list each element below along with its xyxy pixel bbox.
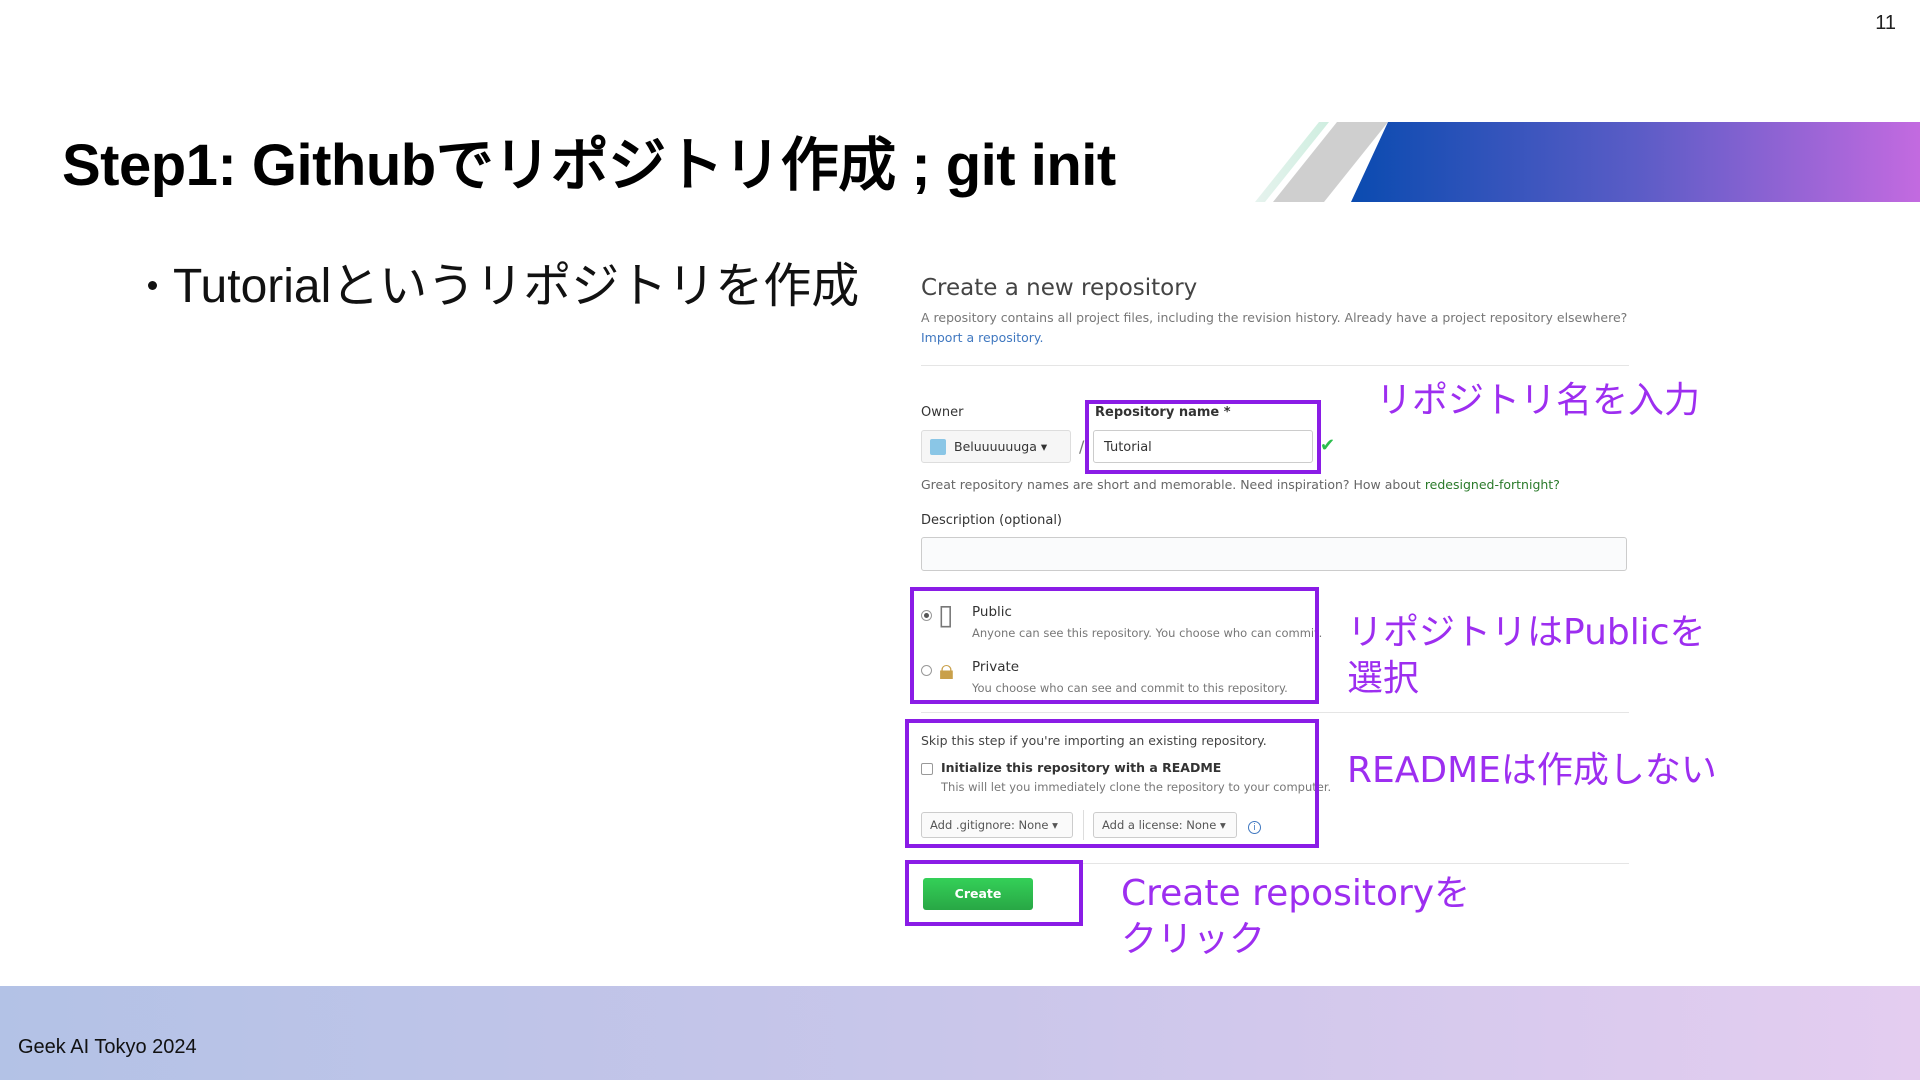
import-repository-link[interactable]: Import a repository.: [921, 330, 1044, 345]
footer-text: Geek AI Tokyo 2024: [18, 1036, 197, 1058]
note-repo-name: リポジトリ名を入力: [1376, 380, 1701, 421]
highlight-create-button: [905, 860, 1083, 926]
form-heading: Create a new repository: [921, 275, 1198, 301]
owner-select[interactable]: Beluuuuuuga ▾: [921, 430, 1071, 463]
check-icon: ✔: [1320, 435, 1336, 456]
owner-label: Owner: [921, 405, 964, 420]
name-suggestion: redesigned-fortnight?: [1424, 477, 1560, 492]
bullet-item: Tutorialというリポジトリを作成: [148, 246, 859, 316]
header-decoration: [1255, 122, 1920, 202]
description-input[interactable]: [921, 537, 1627, 571]
name-hint: Great repository names are short and mem…: [921, 477, 1560, 492]
slash-separator: /: [1079, 437, 1085, 456]
note-readme: READMEは作成しない: [1347, 750, 1717, 791]
bullet-text: Tutorialというリポジトリを作成: [173, 260, 860, 313]
note-create-line2: クリック: [1121, 919, 1266, 960]
note-create-line1: Create repositoryを: [1121, 873, 1471, 914]
slide-title: Step1: Githubでリポジトリ作成 ; git init: [62, 133, 1116, 198]
bullet-dot: [148, 280, 157, 290]
footer-bar: Geek AI Tokyo 2024: [0, 986, 1920, 1080]
divider: [921, 365, 1629, 366]
owner-value: Beluuuuuuga ▾: [954, 439, 1048, 454]
highlight-repo-name: [1085, 400, 1321, 474]
divider: [921, 712, 1629, 713]
highlight-readme: [905, 719, 1319, 848]
note-public-line1: リポジトリはPublicを: [1347, 612, 1706, 653]
description-label: Description (optional): [921, 513, 1063, 528]
name-hint-text: Great repository names are short and mem…: [921, 477, 1421, 492]
slide-number: 11: [1875, 12, 1896, 34]
highlight-visibility: [910, 587, 1319, 704]
note-public-line2: 選択: [1347, 658, 1420, 699]
form-subtitle: A repository contains all project files,…: [921, 310, 1628, 325]
avatar: [930, 438, 946, 455]
